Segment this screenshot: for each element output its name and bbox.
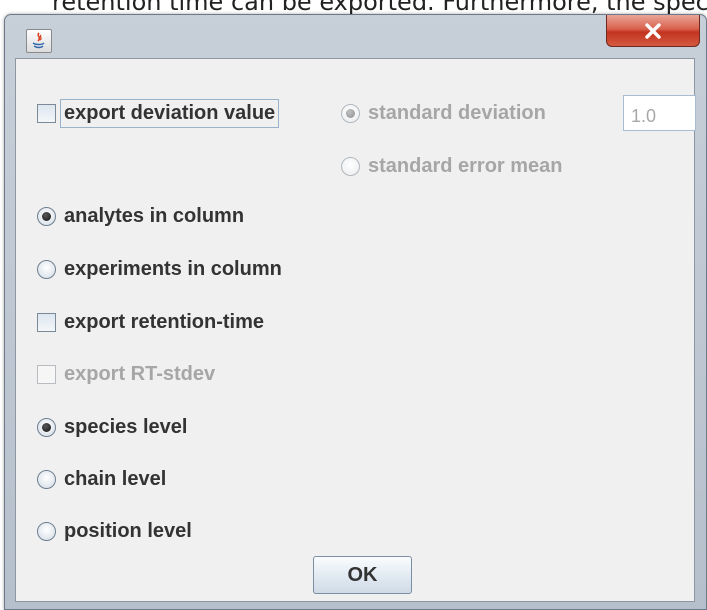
standard-deviation-option[interactable]: standard deviation [341,98,546,128]
export-rt-stdev-option[interactable]: export RT-stdev [37,359,215,389]
analytes-in-column-option[interactable]: analytes in column [37,201,244,231]
standard-deviation-radio[interactable] [341,103,360,123]
chain-level-radio[interactable] [37,469,56,489]
experiments-in-column-label: experiments in column [64,257,282,280]
export-rt-stdev-label: export RT-stdev [64,362,216,385]
deviation-value-field[interactable] [623,95,696,131]
close-icon [645,22,661,39]
standard-error-mean-radio[interactable] [341,156,360,176]
standard-error-mean-option[interactable]: standard error mean [341,151,563,181]
chain-level-label: chain level [64,467,167,490]
export-rt-stdev-checkbox[interactable] [37,364,56,384]
ok-button[interactable]: OK [313,556,412,594]
export-retention-time-checkbox[interactable] [37,312,56,332]
chain-level-option[interactable]: chain level [37,464,166,494]
species-level-radio[interactable] [37,417,56,437]
species-level-label: species level [64,415,188,438]
export-retention-time-label: export retention-time [64,310,265,333]
position-level-radio[interactable] [37,521,56,541]
standard-error-mean-label: standard error mean [368,154,563,177]
species-level-option[interactable]: species level [37,412,187,442]
title-bar[interactable] [5,15,706,55]
position-level-option[interactable]: position level [37,516,192,546]
experiments-in-column-option[interactable]: experiments in column [37,254,282,284]
java-icon[interactable] [26,29,52,53]
standard-deviation-label: standard deviation [368,101,546,124]
export-deviation-option[interactable]: export deviation value [37,98,280,128]
experiments-in-column-radio[interactable] [37,259,56,279]
export-deviation-label: export deviation value [60,98,280,128]
dialog-content: export deviation value standard deviatio… [15,58,696,602]
position-level-label: position level [64,519,192,542]
export-retention-time-option[interactable]: export retention-time [37,307,264,337]
export-deviation-checkbox[interactable] [37,103,56,123]
analytes-in-column-radio[interactable] [37,206,56,226]
export-options-dialog: export deviation value standard deviatio… [4,14,707,610]
close-button[interactable] [606,15,700,47]
analytes-in-column-label: analytes in column [64,204,245,227]
